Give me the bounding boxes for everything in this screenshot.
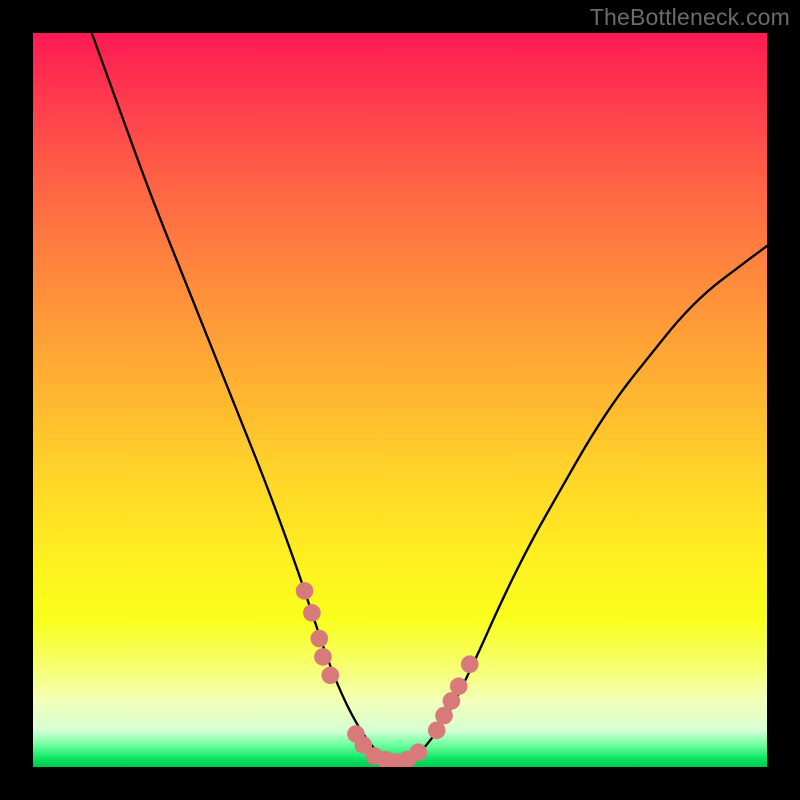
marker-dot bbox=[314, 648, 332, 666]
chart-frame: TheBottleneck.com bbox=[0, 0, 800, 800]
marker-dot bbox=[461, 655, 479, 673]
marker-dot bbox=[310, 630, 328, 648]
marker-dot bbox=[321, 666, 339, 684]
marker-dot bbox=[296, 582, 314, 600]
marker-dot bbox=[303, 604, 321, 622]
marker-dot bbox=[450, 677, 468, 695]
watermark-text: TheBottleneck.com bbox=[590, 4, 790, 31]
curve-markers bbox=[33, 33, 767, 767]
marker-dot bbox=[410, 744, 428, 762]
